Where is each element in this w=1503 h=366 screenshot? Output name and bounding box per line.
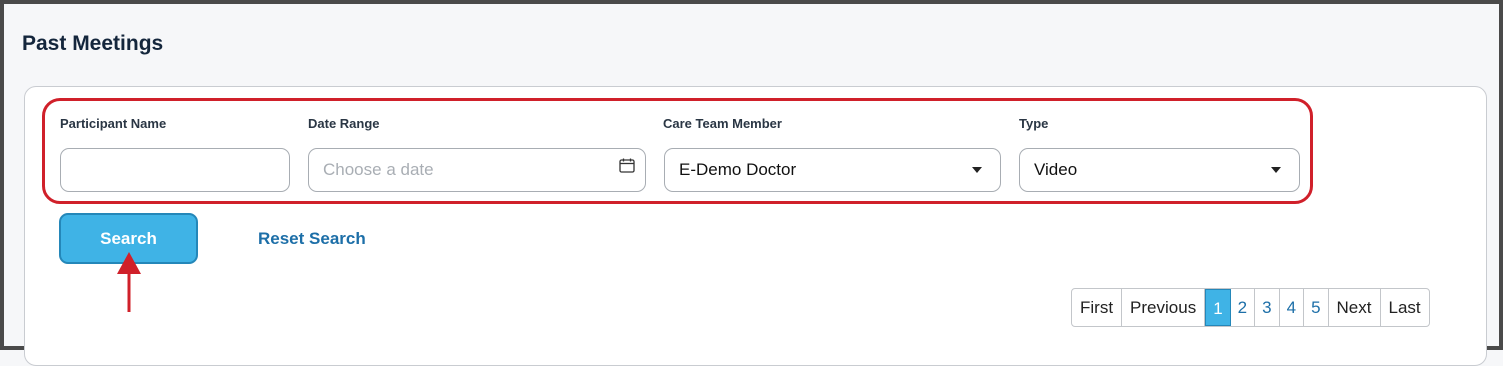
pagination-page-1[interactable]: 1 bbox=[1205, 289, 1231, 326]
care-team-member-select[interactable]: E-Demo Doctor bbox=[664, 148, 1001, 192]
red-arrow-annotation bbox=[117, 252, 141, 312]
pagination: First Previous 1 2 3 4 5 Next Last bbox=[1071, 288, 1430, 327]
date-range-input[interactable]: Choose a date bbox=[308, 148, 646, 192]
reset-search-link[interactable]: Reset Search bbox=[258, 229, 366, 249]
type-select[interactable]: Video bbox=[1019, 148, 1300, 192]
type-value: Video bbox=[1034, 160, 1078, 179]
participant-name-input[interactable] bbox=[60, 148, 290, 192]
participant-name-label: Participant Name bbox=[60, 116, 167, 131]
pagination-page-3[interactable]: 3 bbox=[1255, 289, 1280, 326]
pagination-page-5[interactable]: 5 bbox=[1304, 289, 1329, 326]
pagination-next[interactable]: Next bbox=[1329, 289, 1381, 326]
chevron-down-icon bbox=[1271, 167, 1281, 173]
care-team-member-label: Care Team Member bbox=[663, 116, 782, 131]
page-title: Past Meetings bbox=[22, 32, 164, 55]
care-team-member-value: E-Demo Doctor bbox=[679, 160, 797, 179]
pagination-previous[interactable]: Previous bbox=[1122, 289, 1206, 326]
date-range-label: Date Range bbox=[308, 116, 380, 131]
pagination-first[interactable]: First bbox=[1072, 289, 1123, 326]
calendar-icon[interactable] bbox=[619, 158, 635, 173]
date-range-placeholder: Choose a date bbox=[323, 160, 434, 179]
pagination-page-2[interactable]: 2 bbox=[1231, 289, 1256, 326]
pagination-last[interactable]: Last bbox=[1381, 289, 1429, 326]
pagination-page-4[interactable]: 4 bbox=[1280, 289, 1305, 326]
chevron-down-icon bbox=[972, 167, 982, 173]
type-label: Type bbox=[1019, 116, 1049, 131]
